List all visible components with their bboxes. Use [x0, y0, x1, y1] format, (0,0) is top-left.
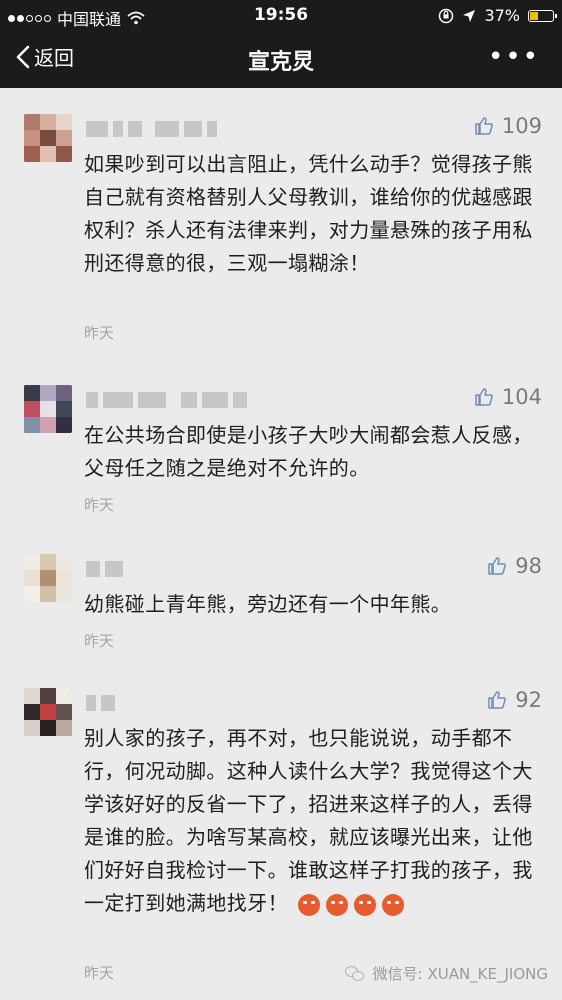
thumbs-up-icon [488, 691, 507, 709]
comment-text: 别人家的孩子，再不对，也只能说说，动手都不行，何况动脚。这种人读什么大学？我觉得… [84, 722, 540, 920]
angry-emoji-icon [297, 893, 320, 916]
comment-time: 昨天 [84, 324, 115, 342]
like-count: 104 [501, 385, 542, 409]
thumbs-up-icon [475, 388, 493, 406]
battery-icon [528, 9, 557, 22]
avatar[interactable] [24, 554, 72, 602]
nickname-blurred [86, 118, 217, 140]
thumbs-up-icon [488, 557, 507, 575]
more-options-button[interactable]: ••• [488, 42, 540, 72]
like-button[interactable]: 104 [474, 385, 542, 409]
comment-item: 104 在公共场合即使是小孩子大吵大闹都会惹人反感，父母任之随之是绝对不允许的。… [0, 381, 562, 521]
nickname-blurred [86, 692, 115, 714]
like-button[interactable]: 98 [487, 554, 542, 578]
comment-time: 昨天 [84, 496, 115, 514]
wechat-logo-icon [344, 965, 365, 982]
like-count: 109 [501, 114, 542, 138]
navigation-bar: 返回 宣克炅 ••• [0, 32, 562, 88]
thumbs-up-icon [475, 117, 493, 135]
angry-emoji-icon [381, 893, 404, 916]
like-count: 92 [515, 688, 542, 712]
comment-time: 昨天 [84, 632, 115, 650]
orientation-lock-icon [439, 8, 454, 23]
avatar[interactable] [24, 688, 72, 736]
angry-emoji-icon [353, 893, 376, 916]
comment-time: 昨天 [84, 964, 115, 982]
comment-text: 如果吵到可以出言阻止，凭什么动手？觉得孩子熊自己就有资格替别人父母教训，谁给你的… [84, 152, 533, 275]
status-bar: 中国联通 19:56 37% [0, 0, 562, 32]
top-bar: 中国联通 19:56 37% 返回 宣克炅 ••• [0, 0, 562, 88]
comment-item: 109 如果吵到可以出言阻止，凭什么动手？觉得孩子熊自己就有资格替别人父母教训，… [0, 110, 562, 350]
like-button[interactable]: 92 [487, 688, 542, 712]
battery-percent: 37% [484, 6, 520, 25]
comment-text-body: 别人家的孩子，再不对，也只能说说，动手都不行，何况动脚。这种人读什么大学？我觉得… [84, 726, 533, 915]
location-arrow-icon [463, 9, 476, 22]
avatar[interactable] [24, 385, 72, 433]
page-title: 宣克炅 [247, 50, 314, 75]
comment-text: 幼熊碰上青年熊，旁边还有一个中年熊。 [84, 592, 452, 616]
nickname-blurred [86, 389, 247, 411]
comment-item: 92 别人家的孩子，再不对，也只能说说，动手都不行，何况动脚。这种人读什么大学？… [0, 684, 562, 1000]
nickname-blurred [86, 558, 123, 580]
angry-emoji-icon [325, 893, 348, 916]
avatar[interactable] [24, 114, 72, 162]
like-count: 98 [515, 554, 542, 578]
watermark-text: 微信号: XUAN_KE_JIONG [372, 965, 548, 983]
like-button[interactable]: 109 [474, 114, 542, 138]
wechat-watermark: 微信号: XUAN_KE_JIONG [344, 963, 548, 984]
comment-item: 98 幼熊碰上青年熊，旁边还有一个中年熊。 昨天 [0, 550, 562, 650]
comment-text: 在公共场合即使是小孩子大吵大闹都会惹人反感，父母任之随之是绝对不允许的。 [84, 423, 533, 480]
comment-list[interactable]: 109 如果吵到可以出言阻止，凭什么动手？觉得孩子熊自己就有资格替别人父母教训，… [0, 88, 562, 1000]
